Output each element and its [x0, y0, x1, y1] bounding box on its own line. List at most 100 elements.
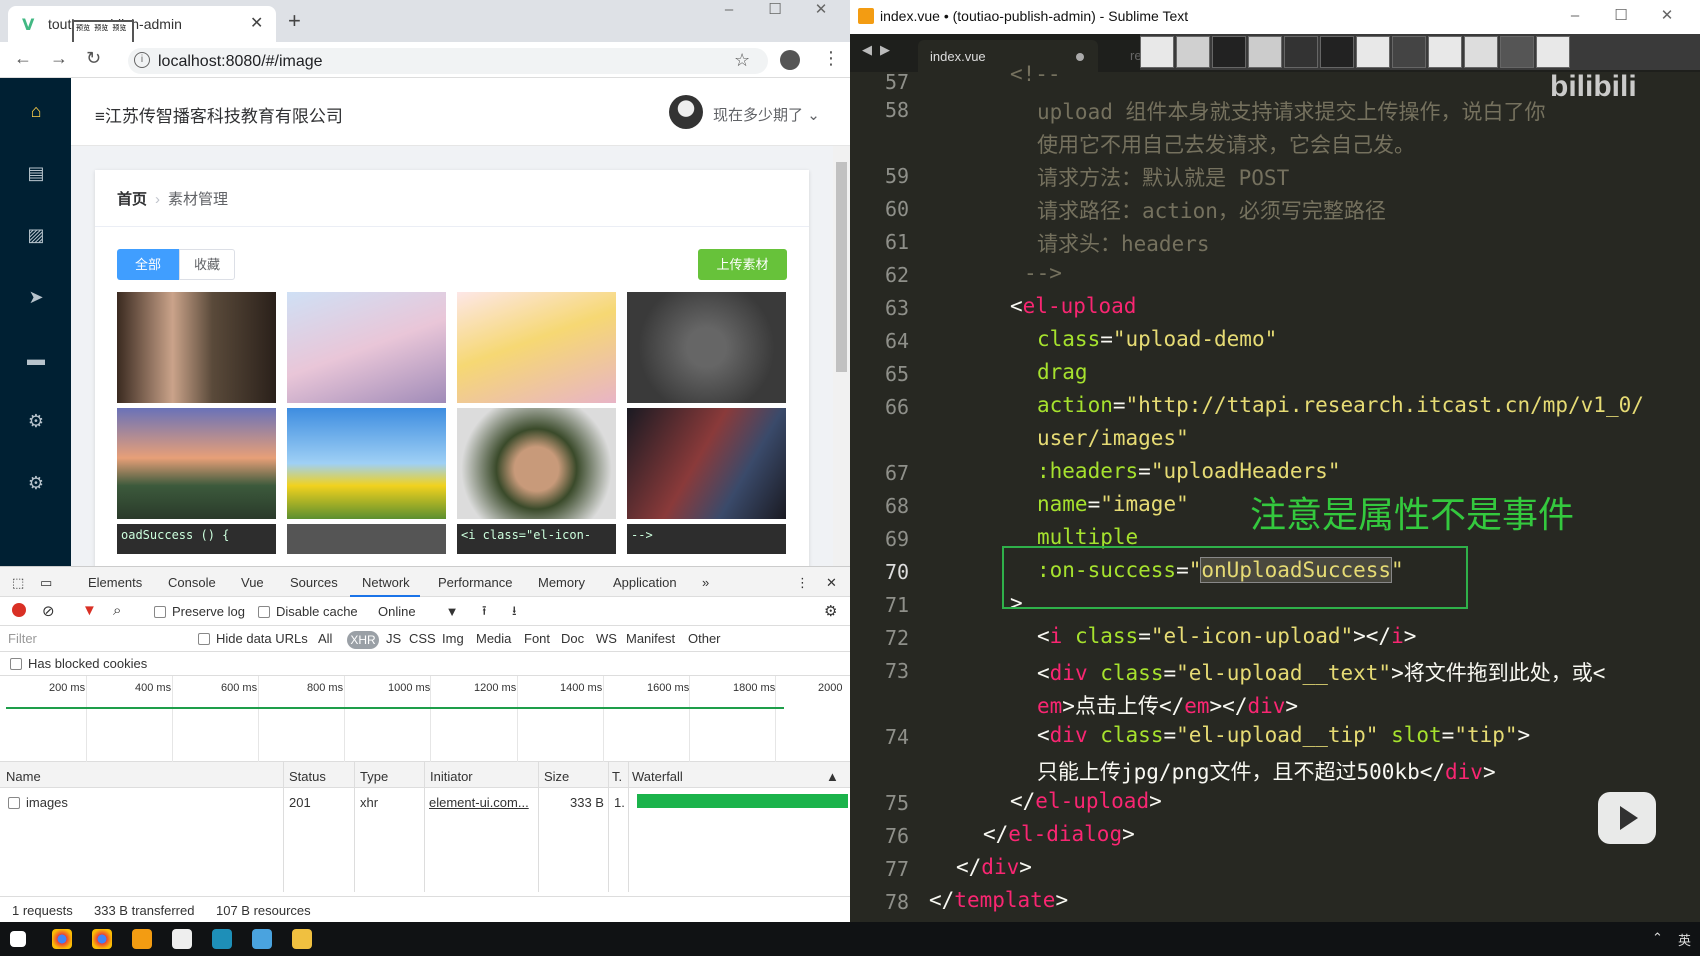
col-size[interactable]: Size — [544, 769, 569, 784]
type-doc[interactable]: Doc — [561, 631, 584, 646]
menu-fold-icon[interactable]: ≡ — [95, 107, 105, 126]
close-window-icon[interactable]: ✕ — [798, 0, 844, 22]
tab-memory[interactable]: Memory — [538, 575, 585, 590]
type-css[interactable]: CSS — [409, 631, 436, 646]
new-tab-button[interactable]: + — [288, 8, 301, 34]
close-devtools-icon[interactable]: ✕ — [826, 575, 837, 591]
tab-console[interactable]: Console — [168, 575, 216, 590]
filter-icon[interactable]: ▼ — [82, 602, 97, 619]
page-scrollbar[interactable] — [833, 146, 850, 566]
notepad-icon[interactable] — [172, 929, 192, 949]
user-dropdown[interactable]: 现在多少期了 ⌄ — [713, 104, 820, 125]
device-toggle-icon[interactable]: ▭ — [40, 575, 52, 591]
type-other[interactable]: Other — [688, 631, 721, 646]
image-tile[interactable] — [627, 292, 786, 403]
tab-network[interactable]: Network — [362, 575, 410, 590]
scrollbar-thumb[interactable] — [836, 162, 847, 372]
filter-input[interactable]: Filter — [8, 631, 183, 646]
type-all[interactable]: All — [318, 631, 332, 646]
col-type[interactable]: Type — [360, 769, 388, 784]
sublime-icon[interactable] — [132, 929, 152, 949]
image-tile[interactable] — [457, 292, 616, 403]
minimize-icon[interactable]: – — [706, 0, 752, 22]
blocked-cookies-checkbox[interactable]: Has blocked cookies — [10, 656, 147, 671]
filter-favorite-button[interactable]: 收藏 — [179, 249, 235, 280]
image-tile[interactable]: oadSuccess () { — [117, 524, 276, 554]
chrome-icon[interactable] — [92, 929, 112, 949]
app-icon[interactable] — [252, 929, 272, 949]
hide-data-urls-checkbox[interactable]: Hide data URLs — [198, 631, 308, 646]
type-ws[interactable]: WS — [596, 631, 617, 646]
col-time[interactable]: T. — [612, 769, 622, 784]
close-window-icon[interactable]: ✕ — [1644, 6, 1690, 28]
thumbnail[interactable] — [1464, 36, 1498, 68]
tab-performance[interactable]: Performance — [438, 575, 512, 590]
col-waterfall[interactable]: Waterfall — [632, 769, 683, 784]
image-tile[interactable]: --> — [627, 524, 786, 554]
thumbnail[interactable] — [1284, 36, 1318, 68]
devtools-menu-icon[interactable]: ⋮ — [796, 575, 809, 591]
avatar[interactable] — [669, 95, 703, 129]
home-icon[interactable]: ⌂ — [25, 100, 47, 122]
tray-chevron-icon[interactable]: ⌃ — [1652, 930, 1663, 946]
back-icon[interactable]: ← — [14, 48, 32, 69]
clear-icon[interactable]: ⊘ — [42, 602, 55, 620]
type-js[interactable]: JS — [386, 631, 401, 646]
settings-icon[interactable]: ⚙ — [25, 472, 47, 494]
play-icon[interactable] — [1598, 792, 1656, 844]
row-initiator-link[interactable]: element-ui.com... — [429, 795, 529, 810]
terminal-icon[interactable] — [212, 929, 232, 949]
import-har-icon[interactable]: ⭱ — [482, 602, 487, 624]
tab-vue[interactable]: Vue — [241, 575, 264, 590]
export-har-icon[interactable]: ⭳ — [512, 602, 517, 624]
network-overview[interactable]: 200 ms 400 ms 600 ms 800 ms 1000 ms 1200… — [0, 676, 850, 762]
minimize-icon[interactable]: – — [1552, 6, 1598, 28]
bookmark-star-icon[interactable]: ☆ — [734, 50, 750, 71]
image-tile[interactable] — [627, 408, 786, 519]
close-tab-icon[interactable]: ✕ — [250, 13, 263, 33]
record-icon[interactable] — [12, 603, 26, 617]
type-media[interactable]: Media — [476, 631, 511, 646]
type-xhr[interactable]: XHR — [347, 631, 379, 649]
fans-settings-icon[interactable]: ⚙ — [25, 410, 47, 432]
image-tile[interactable]: <i class="el-icon- — [457, 524, 616, 554]
account-icon[interactable] — [780, 50, 800, 70]
breadcrumb-home[interactable]: 首页 — [117, 191, 147, 208]
comment-icon[interactable]: ▬ — [25, 348, 47, 370]
type-font[interactable]: Font — [524, 631, 550, 646]
reload-icon[interactable]: ↻ — [86, 48, 101, 69]
thumbnail[interactable] — [1320, 36, 1354, 68]
tab-nav-left-icon[interactable]: ◀ — [862, 42, 872, 58]
image-tile[interactable] — [287, 292, 446, 403]
inspect-icon[interactable]: ⬚ — [12, 575, 24, 591]
thumbnail[interactable] — [1140, 36, 1174, 68]
browser-menu-icon[interactable]: ⋮ — [822, 48, 840, 69]
maximize-icon[interactable]: ☐ — [1598, 6, 1644, 28]
folder-icon[interactable] — [292, 929, 312, 949]
search-icon[interactable]: ⌕ — [113, 602, 121, 619]
info-icon[interactable]: i — [134, 52, 150, 68]
throttle-select[interactable]: Online ▼ — [378, 604, 458, 619]
thumbnail[interactable] — [1500, 36, 1534, 68]
windows-start-icon[interactable] — [10, 931, 26, 947]
thumbnail[interactable] — [1392, 36, 1426, 68]
tab-elements[interactable]: Elements — [88, 575, 142, 590]
tab-application[interactable]: Application — [613, 575, 677, 590]
col-initiator[interactable]: Initiator — [430, 769, 473, 784]
upload-material-button[interactable]: 上传素材 — [698, 249, 787, 280]
image-icon[interactable]: ▨ — [25, 224, 47, 246]
col-status[interactable]: Status — [289, 769, 326, 784]
browser-tab[interactable]: V toutiao-publish-admin ✕ — [8, 6, 276, 42]
image-tile[interactable] — [287, 524, 446, 554]
url-field[interactable]: i localhost:8080/#/image ☆ — [128, 48, 768, 74]
filter-all-button[interactable]: 全部 — [117, 249, 179, 280]
thumbnail[interactable] — [1356, 36, 1390, 68]
thumbnail[interactable] — [1536, 36, 1570, 68]
thumbnail[interactable] — [1428, 36, 1462, 68]
type-manifest[interactable]: Manifest — [626, 631, 675, 646]
forward-icon[interactable]: → — [50, 48, 68, 69]
image-tile[interactable] — [287, 408, 446, 519]
thumbnail[interactable] — [1212, 36, 1246, 68]
chrome-icon[interactable] — [52, 929, 72, 949]
ime-indicator-icon[interactable]: 英 — [1678, 930, 1691, 949]
